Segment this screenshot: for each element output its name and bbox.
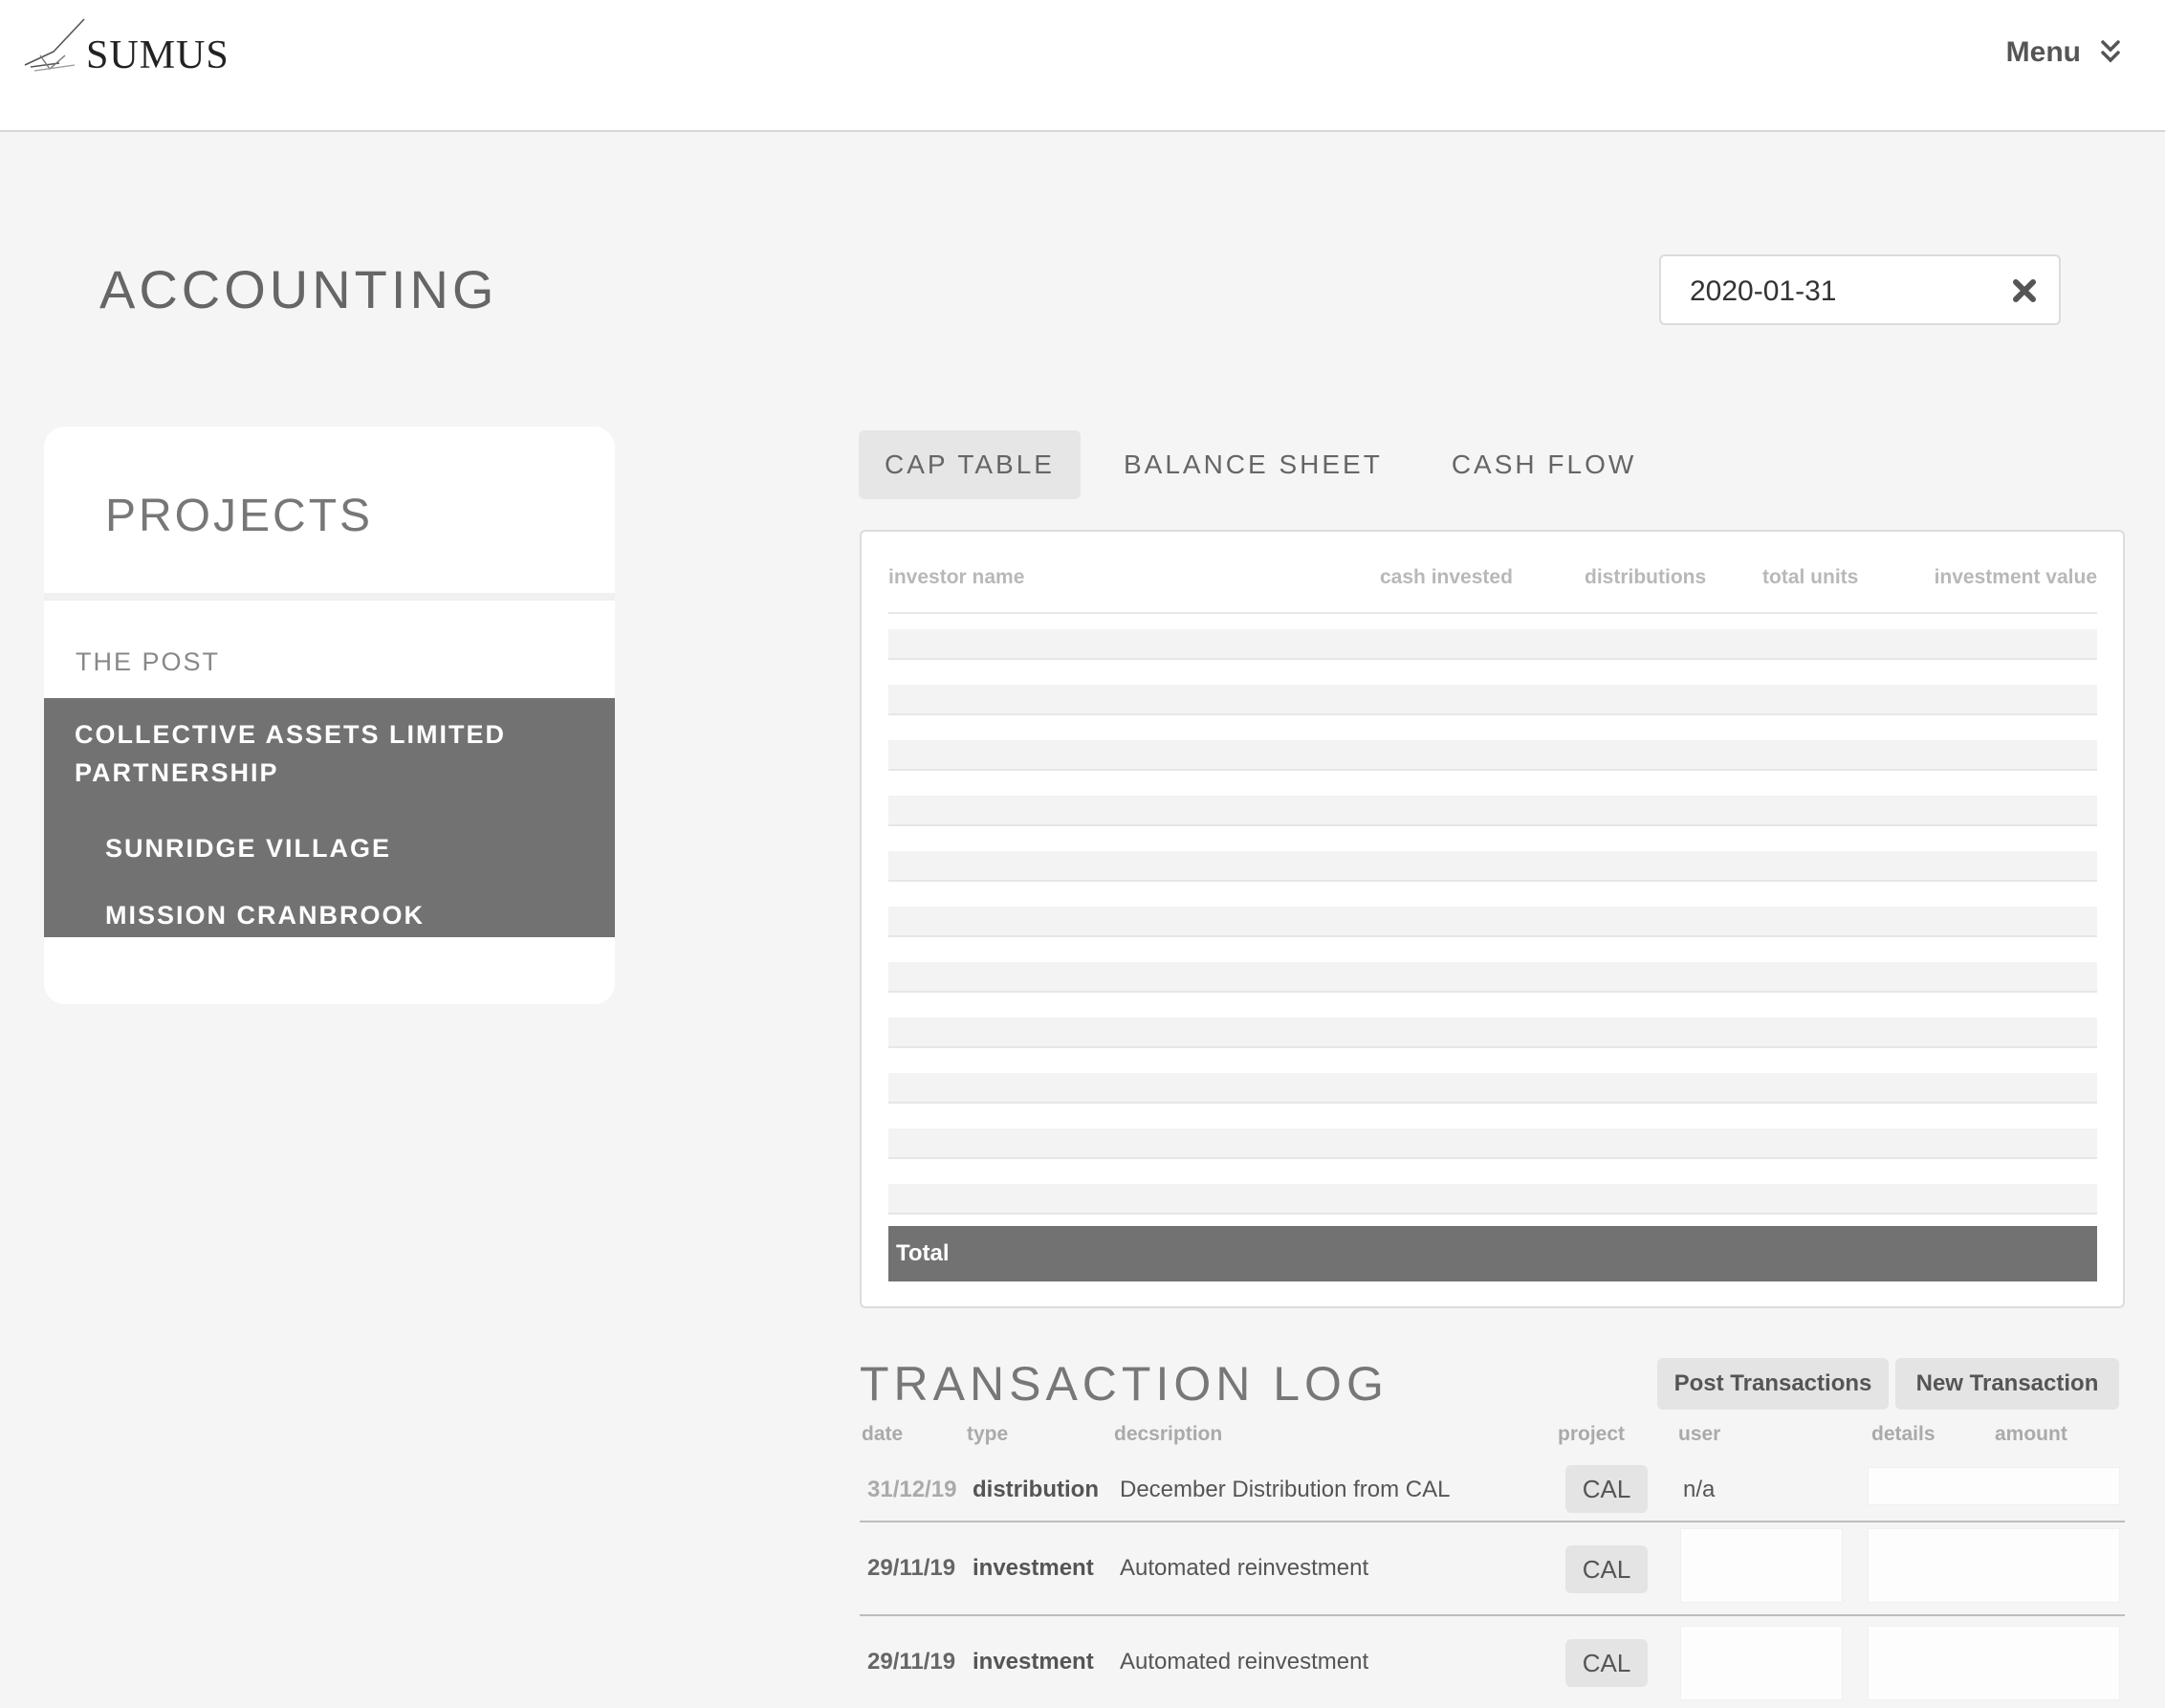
logo-mark-icon [24, 18, 85, 72]
project-badge[interactable]: CAL [1565, 1545, 1648, 1593]
table-row-placeholder [888, 1184, 2097, 1215]
col-user: user [1678, 1423, 1721, 1445]
cap-table-header: investor name cash invested distribution… [888, 566, 2097, 614]
tab-balance-sheet[interactable]: BALANCE SHEET [1098, 430, 1409, 499]
table-row-placeholder [888, 740, 2097, 771]
transaction-type: distribution [973, 1477, 1099, 1502]
col-type: type [967, 1423, 1009, 1445]
transaction-row[interactable]: 29/11/19 investment Automated reinvestme… [860, 1616, 2125, 1708]
table-row-placeholder [888, 851, 2097, 882]
transaction-date: 29/11/19 [867, 1555, 956, 1581]
menu-label: Menu [2005, 36, 2081, 68]
transaction-date: 31/12/19 [867, 1477, 957, 1502]
col-date: date [862, 1423, 904, 1445]
col-project: project [1558, 1423, 1626, 1445]
details-amount-field[interactable] [1868, 1528, 2120, 1603]
transaction-log-title: TRANSACTION LOG [860, 1357, 1389, 1411]
table-row-placeholder [888, 907, 2097, 937]
col-details: details [1871, 1423, 1935, 1445]
table-row-placeholder [888, 685, 2097, 715]
projects-panel: PROJECTS THE POST COLLECTIVE ASSETS LIMI… [44, 427, 615, 1004]
details-amount-field[interactable] [1868, 1626, 2120, 1700]
transaction-log-header: date type decsription project user detai… [0, 1423, 2165, 1450]
transaction-row[interactable]: 29/11/19 investment Automated reinvestme… [860, 1522, 2125, 1616]
cap-table: investor name cash invested distribution… [860, 530, 2125, 1308]
project-badge[interactable]: CAL [1565, 1639, 1648, 1687]
logo[interactable]: SUMUS [21, 17, 230, 80]
new-transaction-button[interactable]: New Transaction [1895, 1358, 2119, 1410]
table-row-placeholder [888, 1073, 2097, 1104]
col-amount: amount [1995, 1423, 2067, 1445]
date-filter [1659, 254, 2061, 325]
tab-cap-table[interactable]: CAP TABLE [859, 430, 1081, 499]
post-transactions-button[interactable]: Post Transactions [1657, 1358, 1889, 1410]
table-row-placeholder [888, 1018, 2097, 1048]
amount-field[interactable] [1868, 1467, 2120, 1505]
date-input[interactable] [1688, 270, 1998, 314]
project-item-mission-cranbrook[interactable]: MISSION CRANBROOK [44, 886, 615, 937]
clear-date-icon[interactable] [2011, 277, 2038, 304]
table-row-placeholder [888, 1128, 2097, 1159]
project-item-collective-assets[interactable]: COLLECTIVE ASSETS LIMITED PARTNERSHIP [44, 698, 615, 838]
page-title: ACCOUNTING [99, 259, 498, 319]
project-item-sunridge-village[interactable]: SUNRIDGE VILLAGE [44, 819, 615, 887]
transaction-description: Automated reinvestment [1120, 1649, 1369, 1675]
transaction-row[interactable]: 31/12/19 distribution December Distribut… [860, 1457, 2125, 1522]
transaction-type: investment [973, 1555, 1094, 1581]
menu-button[interactable]: Menu [2006, 36, 2123, 69]
col-distributions: distributions [1585, 566, 1707, 588]
project-badge[interactable]: CAL [1565, 1465, 1648, 1513]
double-chevron-down-icon [2101, 40, 2120, 63]
tab-cash-flow[interactable]: CASH FLOW [1426, 430, 1662, 499]
transaction-type: investment [973, 1649, 1094, 1675]
col-investment-value: investment value [1934, 566, 2097, 588]
transaction-user: n/a [1683, 1477, 1716, 1502]
table-row-placeholder [888, 796, 2097, 826]
projects-title: PROJECTS [105, 491, 374, 541]
user-field[interactable] [1680, 1626, 1843, 1700]
transaction-description: December Distribution from CAL [1120, 1477, 1451, 1502]
table-row-placeholder [888, 962, 2097, 993]
report-tabs: CAP TABLE BALANCE SHEET CASH FLOW [859, 430, 1679, 499]
cap-table-total-row: Total [888, 1226, 2097, 1281]
top-navbar: SUMUS Menu [0, 0, 2165, 132]
brand-name: SUMUS [86, 33, 230, 77]
col-investor-name: investor name [888, 566, 1025, 588]
table-row-placeholder [888, 629, 2097, 660]
col-description: decsription [1114, 1423, 1223, 1445]
transaction-description: Automated reinvestment [1120, 1555, 1369, 1581]
cap-table-body [888, 629, 2097, 1239]
user-field[interactable] [1680, 1528, 1843, 1603]
col-cash-invested: cash invested [1380, 566, 1513, 588]
projects-header: PROJECTS [44, 427, 615, 601]
col-total-units: total units [1762, 566, 1859, 588]
transaction-date: 29/11/19 [867, 1649, 956, 1675]
